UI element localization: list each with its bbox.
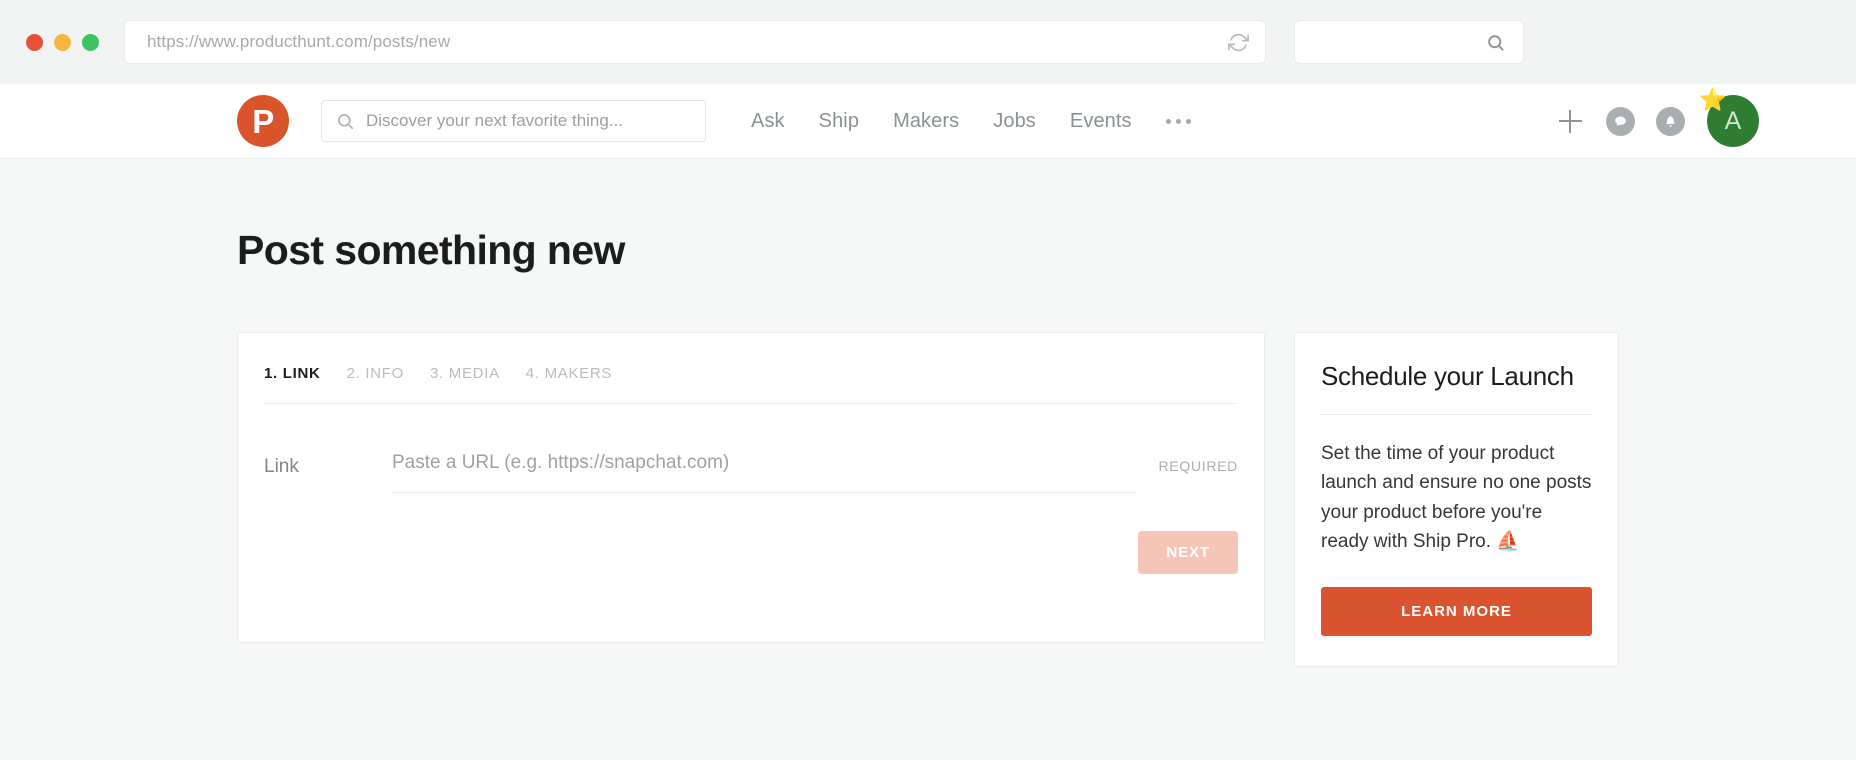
post-form-card: 1. LINK 2. INFO 3. MEDIA 4. MAKERS Link … [237,332,1265,643]
page-title: Post something new [237,227,625,273]
plus-icon [1559,110,1582,133]
minimize-window-button[interactable] [54,33,71,51]
schedule-launch-card: Schedule your Launch Set the time of you… [1294,332,1619,667]
more-menu-ellipsis-icon[interactable] [1149,118,1208,124]
step-tabs: 1. LINK 2. INFO 3. MEDIA 4. MAKERS [264,365,1238,404]
reload-icon[interactable] [1228,32,1249,53]
maximize-window-button[interactable] [82,33,99,51]
address-bar[interactable]: https://www.producthunt.com/posts/new [125,21,1265,63]
next-button[interactable]: NEXT [1138,531,1238,574]
schedule-launch-body: Set the time of your product launch and … [1321,443,1592,553]
site-header: P Discover your next favorite thing... A… [0,84,1856,159]
link-input-placeholder: Paste a URL (e.g. https://snapchat.com) [392,452,730,473]
tab-makers[interactable]: 4. MAKERS [526,365,638,382]
site-search-input[interactable]: Discover your next favorite thing... [321,100,706,142]
notifications-button[interactable] [1645,96,1695,146]
user-menu[interactable]: A ⭐ [1699,89,1759,147]
nav-link-ask[interactable]: Ask [734,110,802,133]
messages-button[interactable] [1595,96,1645,146]
nav-link-jobs[interactable]: Jobs [976,110,1053,133]
tab-link[interactable]: 1. LINK [264,365,347,382]
address-bar-url: https://www.producthunt.com/posts/new [147,32,451,51]
primary-nav: Ask Ship Makers Jobs Events [734,110,1208,133]
header-actions: A ⭐ [1545,89,1759,147]
producthunt-logo[interactable]: P [237,95,289,147]
content-row: 1. LINK 2. INFO 3. MEDIA 4. MAKERS Link … [237,332,1856,667]
link-form-row: Link Paste a URL (e.g. https://snapchat.… [264,404,1238,493]
window-controls [26,33,99,51]
form-actions: NEXT [264,493,1238,574]
browser-search-box[interactable] [1295,21,1523,63]
close-window-button[interactable] [26,33,43,51]
link-field-label: Link [264,456,299,477]
nav-link-ship[interactable]: Ship [802,110,876,133]
nav-link-events[interactable]: Events [1053,110,1149,133]
link-input[interactable]: Paste a URL (e.g. https://snapchat.com) [392,452,1135,493]
add-post-button[interactable] [1545,96,1595,146]
tab-media[interactable]: 3. MEDIA [430,365,526,382]
search-icon [1486,33,1505,52]
nav-link-makers[interactable]: Makers [876,110,976,133]
required-badge: REQUIRED [1158,458,1238,474]
site-search-placeholder: Discover your next favorite thing... [366,111,624,130]
browser-chrome: https://www.producthunt.com/posts/new [0,0,1856,84]
learn-more-button[interactable]: LEARN MORE [1321,586,1592,636]
bell-icon [1655,106,1685,136]
search-icon [336,112,355,131]
star-badge-icon: ⭐ [1699,87,1727,112]
main-content: Post something new 1. LINK 2. INFO 3. ME… [0,159,1856,667]
schedule-launch-title: Schedule your Launch [1321,361,1592,415]
chat-bubble-icon [1605,106,1635,136]
tab-info[interactable]: 2. INFO [347,365,430,382]
